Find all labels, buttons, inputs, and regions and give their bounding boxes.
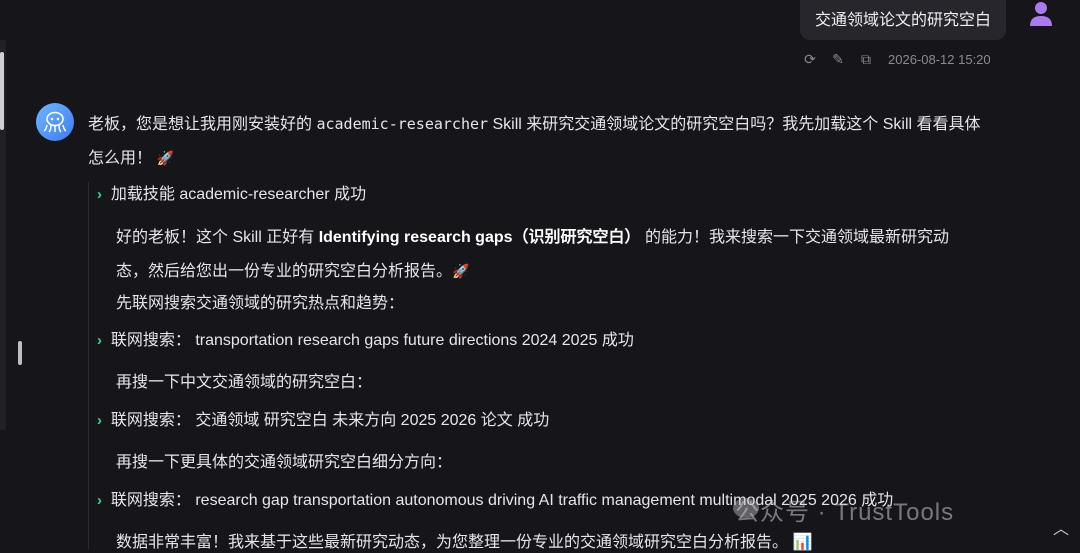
para5-text: 数据非常丰富！我来基于这些最新研究动态，为您整理一份专业的交通领域研究空白分析报…: [116, 534, 789, 551]
para1-text-b: 的能力！我来搜索一下交通领域最新研究动: [640, 229, 949, 246]
watermark: 公众号 · TrustTools: [735, 499, 955, 526]
chart-icon: 📊: [792, 534, 813, 551]
rocket-icon: 🚀: [452, 263, 470, 279]
step-load-skill[interactable]: › 加载技能 academic-researcher 成功: [97, 185, 366, 205]
chevron-up-icon[interactable]: ︿: [1053, 515, 1069, 539]
chevron-right-icon[interactable]: ›: [97, 412, 102, 429]
paragraph-1-line-2: 态，然后给您出一份专业的研究空白分析报告。🚀: [116, 261, 469, 282]
paragraph-5: 数据非常丰富！我来基于这些最新研究动态，为您整理一份专业的交通领域研究空白分析报…: [116, 533, 812, 553]
chevron-right-icon[interactable]: ›: [97, 332, 102, 349]
user-message-text: 交通领域论文的研究空白: [814, 12, 991, 29]
step-search-2[interactable]: › 联网搜索： 交通领域 研究空白 未来方向 2025 2026 论文 成功: [97, 411, 549, 431]
search-1-label: 联网搜索： transportation research gaps futur…: [110, 332, 634, 349]
intro-text-b: Skill 来研究交通领域论文的研究空白吗？我先加载这个 Skill 看看具体: [488, 116, 981, 133]
message-timestamp: 2026-08-12 15:20: [888, 52, 991, 67]
chevron-right-icon[interactable]: ›: [97, 492, 102, 509]
user-avatar-icon[interactable]: [1028, 0, 1054, 28]
assistant-intro-line-1: 老板，您是想让我用刚安装好的 academic-researcher Skill…: [88, 114, 981, 135]
step-search-1[interactable]: › 联网搜索： transportation research gaps fut…: [97, 331, 634, 351]
para1-bold: Identifying research gaps（识别研究空白）: [318, 229, 641, 246]
edit-icon[interactable]: ✎: [830, 51, 846, 67]
chevron-right-icon[interactable]: ›: [97, 186, 102, 203]
rocket-icon: 🚀: [156, 150, 174, 166]
intro-text-c: 怎么用！: [88, 150, 153, 167]
paragraph-3: 再搜一下中文交通领域的研究空白：: [116, 374, 373, 391]
refresh-icon[interactable]: ⟳: [802, 51, 818, 67]
assistant-intro-line-2: 怎么用！ 🚀: [88, 148, 174, 169]
copy-icon[interactable]: ⧉: [858, 51, 874, 67]
resize-handle[interactable]: [18, 341, 22, 365]
search-2-label: 联网搜索： 交通领域 研究空白 未来方向 2025 2026 论文 成功: [110, 412, 550, 429]
paragraph-4: 再搜一下更具体的交通领域研究空白细分方向：: [116, 454, 453, 471]
intro-text-a: 老板，您是想让我用刚安装好的: [88, 116, 317, 133]
para1-text-a: 好的老板！这个 Skill 正好有: [116, 229, 319, 246]
step-load-label: 加载技能 academic-researcher 成功: [110, 186, 367, 203]
thread-line: [88, 182, 89, 549]
scrollbar-thumb[interactable]: [0, 52, 4, 130]
paragraph-2: 先联网搜索交通领域的研究热点和趋势：: [116, 295, 405, 312]
user-message-bubble: 交通领域论文的研究空白: [800, 0, 1006, 40]
skill-name-code: academic-researcher: [316, 115, 489, 133]
assistant-avatar-icon: [36, 103, 74, 141]
paragraph-1-line-1: 好的老板！这个 Skill 正好有 Identifying research g…: [116, 228, 949, 248]
para1-line2-text: 态，然后给您出一份专业的研究空白分析报告。: [116, 263, 453, 280]
